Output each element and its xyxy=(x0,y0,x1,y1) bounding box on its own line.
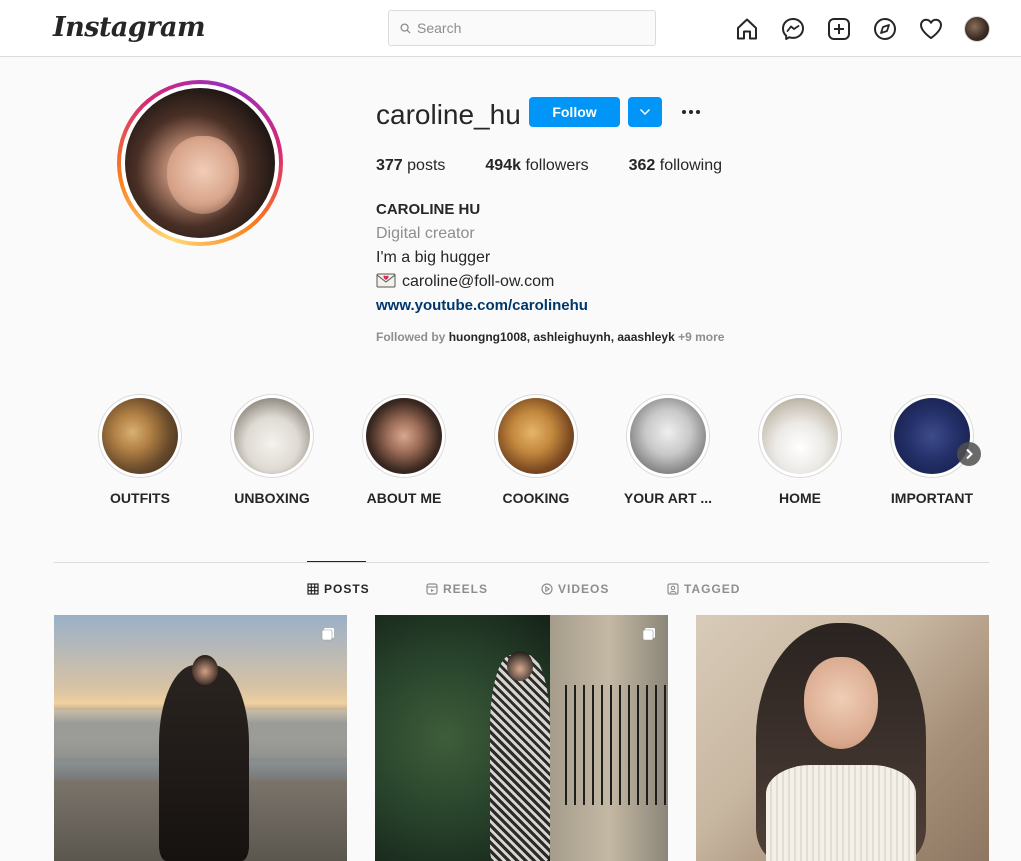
messenger-icon[interactable] xyxy=(780,16,806,42)
profile-picture xyxy=(125,88,275,238)
grid-icon xyxy=(307,583,319,595)
tagged-icon xyxy=(667,583,679,595)
highlight-cooking[interactable]: COOKING xyxy=(494,394,578,506)
explore-icon[interactable] xyxy=(872,16,898,42)
highlight-about-me[interactable]: ABOUT ME xyxy=(362,394,446,506)
highlight-label: UNBOXING xyxy=(234,490,310,506)
posts-stat: 377 posts xyxy=(376,157,446,174)
post-thumbnail[interactable] xyxy=(54,615,347,861)
highlight-cover xyxy=(102,398,178,474)
highlight-cover xyxy=(894,398,970,474)
more-options-icon[interactable] xyxy=(678,100,704,124)
highlight-home[interactable]: HOME xyxy=(758,394,842,506)
followed-by[interactable]: Followed by huongng1008, ashleighuynh, a… xyxy=(376,330,724,344)
highlight-outfits[interactable]: OUTFITS xyxy=(98,394,182,506)
search-input[interactable] xyxy=(417,20,637,36)
video-icon xyxy=(541,583,553,595)
tab-videos[interactable]: VIDEOS xyxy=(541,582,609,596)
bio-email-line: caroline@foll-ow.com xyxy=(376,270,588,294)
followed-by-more: +9 more xyxy=(678,330,725,344)
highlight-label: YOUR ART ... xyxy=(623,490,713,506)
profile-full-name: CAROLINE HU xyxy=(376,201,481,218)
profile-website-link[interactable]: www.youtube.com/carolinehu xyxy=(376,294,588,318)
profile-bio: CAROLINE HU Digital creator I'm a big hu… xyxy=(376,198,588,318)
tab-tagged[interactable]: TAGGED xyxy=(667,582,740,596)
top-nav: Instagram xyxy=(0,0,1021,57)
profile-category: Digital creator xyxy=(376,225,475,242)
highlights-next-button[interactable] xyxy=(957,442,981,466)
follow-button[interactable]: Follow xyxy=(529,97,620,127)
chevron-right-icon xyxy=(966,448,973,460)
activity-heart-icon[interactable] xyxy=(918,16,944,42)
instagram-logo[interactable]: Instagram xyxy=(53,12,206,43)
highlight-your-art[interactable]: YOUR ART ... xyxy=(624,394,712,506)
highlight-label: COOKING xyxy=(502,490,570,506)
multiple-posts-icon xyxy=(642,628,655,641)
tabs-divider xyxy=(54,562,989,563)
highlight-cover xyxy=(498,398,574,474)
following-stat[interactable]: 362 following xyxy=(629,157,722,175)
search-icon xyxy=(400,22,411,34)
search-box[interactable] xyxy=(388,10,656,46)
profile-stats: 377 posts 494k followers 362 following xyxy=(376,157,762,175)
reels-icon xyxy=(426,583,438,595)
post-thumbnail[interactable] xyxy=(696,615,989,861)
followers-stat[interactable]: 494k followers xyxy=(485,157,588,175)
highlight-cover xyxy=(762,398,838,474)
suggested-accounts-button[interactable] xyxy=(628,97,662,127)
chevron-down-icon xyxy=(639,108,651,116)
active-tab-indicator xyxy=(307,561,366,562)
new-post-icon[interactable] xyxy=(826,16,852,42)
highlight-label: ABOUT ME xyxy=(366,490,442,506)
envelope-icon xyxy=(376,273,396,288)
post-thumbnail[interactable] xyxy=(375,615,668,861)
highlight-cover xyxy=(234,398,310,474)
highlight-cover xyxy=(366,398,442,474)
profile-avatar[interactable] xyxy=(964,16,990,42)
tab-reels[interactable]: REELS xyxy=(426,582,488,596)
bio-email: caroline@foll-ow.com xyxy=(402,273,555,290)
multiple-posts-icon xyxy=(321,628,334,641)
followed-by-names: huongng1008, ashleighuynh, aaashleyk xyxy=(448,330,675,344)
profile-picture-ring[interactable] xyxy=(117,80,283,246)
highlight-label: OUTFITS xyxy=(110,490,170,506)
highlight-unboxing[interactable]: UNBOXING xyxy=(230,394,314,506)
home-icon[interactable] xyxy=(734,16,760,42)
highlight-label: HOME xyxy=(779,490,821,506)
bio-text: I'm a big hugger xyxy=(376,249,491,266)
highlight-cover xyxy=(630,398,706,474)
profile-username: caroline_hu xyxy=(376,99,521,130)
tab-posts[interactable]: POSTS xyxy=(307,582,370,596)
highlight-label: IMPORTANT xyxy=(890,490,974,506)
